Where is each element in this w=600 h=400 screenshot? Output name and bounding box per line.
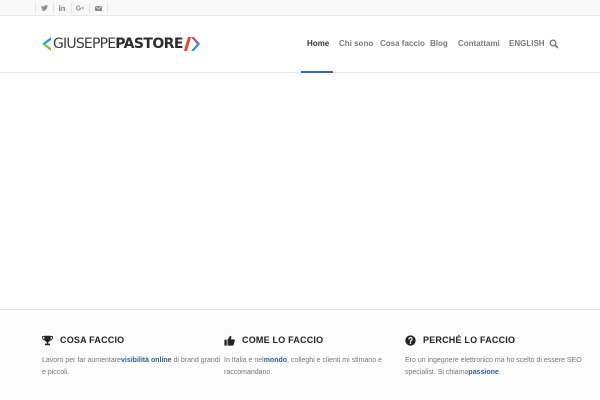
logo-text-light: GIUSEPPE bbox=[53, 36, 116, 52]
feature-text: Lavoro per far aumentare bbox=[42, 357, 121, 364]
feature-link-visibilita-online[interactable]: visibilità online bbox=[121, 357, 172, 364]
logo-left-bracket-icon bbox=[42, 37, 51, 51]
feature-description: In Italia e nelmondo, colleghi e clienti… bbox=[224, 355, 404, 379]
feature-text: . bbox=[498, 369, 501, 376]
google-plus-icon[interactable] bbox=[71, 0, 89, 16]
features-section: COSA FACCIO Lavoro per far aumentarevisi… bbox=[0, 309, 600, 400]
twitter-icon[interactable] bbox=[35, 0, 53, 16]
feature-link-passione[interactable]: passione bbox=[468, 369, 498, 376]
linkedin-icon[interactable] bbox=[53, 0, 71, 16]
feature-title: COSA FACCIO bbox=[60, 335, 125, 345]
thumbs-up-icon bbox=[224, 335, 235, 346]
feature-perche-lo-faccio: PERCHÉ LO FACCIO Ero un ingegnere elettr… bbox=[405, 334, 585, 379]
nav-item-english[interactable]: ENGLISH bbox=[509, 39, 545, 49]
question-icon bbox=[405, 334, 416, 346]
active-nav-indicator bbox=[301, 71, 333, 73]
feature-link-mondo[interactable]: mondo bbox=[264, 357, 287, 364]
nav-item-contattami[interactable]: Contattami bbox=[458, 39, 500, 49]
feature-title: COME LO FACCIO bbox=[242, 335, 324, 345]
feature-description: Ero un ingegnere elettronico ma ho scelt… bbox=[405, 355, 585, 379]
nav-item-chi-sono[interactable]: Chi sono bbox=[339, 39, 373, 49]
logo-text-bold: PASTORE bbox=[115, 36, 183, 52]
feature-come-lo-faccio: COME LO FACCIO In Italia e nelmondo, col… bbox=[224, 334, 404, 379]
trophy-icon bbox=[42, 335, 53, 345]
search-icon[interactable] bbox=[549, 39, 559, 49]
feature-title: PERCHÉ LO FACCIO bbox=[423, 335, 516, 345]
hero-slider-area bbox=[0, 74, 600, 309]
nav-item-cosa-faccio[interactable]: Cosa faccio bbox=[380, 39, 425, 49]
site-logo[interactable]: GIUSEPPE PASTORE bbox=[42, 36, 200, 52]
logo-slash-bracket-icon bbox=[183, 37, 200, 51]
site-header: GIUSEPPE PASTORE Home Chi sono Cosa facc… bbox=[0, 16, 600, 73]
mail-icon[interactable] bbox=[89, 0, 107, 16]
nav-item-home[interactable]: Home bbox=[307, 39, 329, 49]
feature-description: Lavoro per far aumentarevisibilità onlin… bbox=[42, 355, 222, 379]
feature-text: In Italia e nel bbox=[224, 357, 264, 364]
divider bbox=[107, 3, 108, 13]
feature-cosa-faccio: COSA FACCIO Lavoro per far aumentarevisi… bbox=[42, 334, 222, 379]
nav-item-blog[interactable]: Blog bbox=[430, 39, 448, 49]
top-social-bar bbox=[0, 0, 600, 16]
